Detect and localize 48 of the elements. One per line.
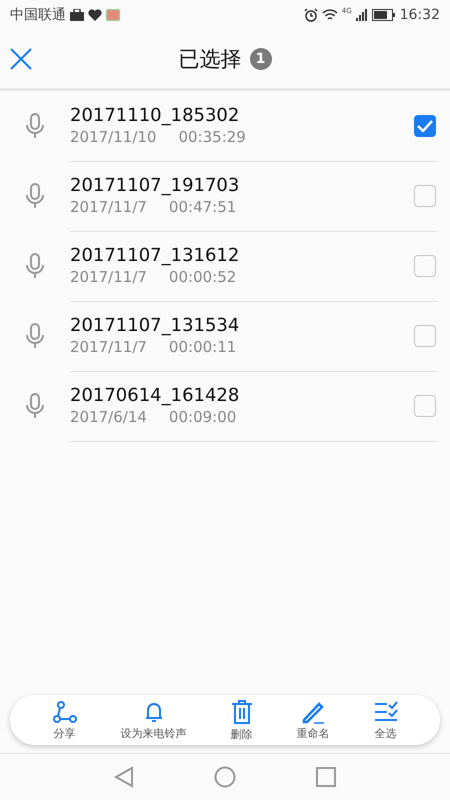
recording-name: 20171107_191703 bbox=[70, 175, 240, 196]
delete-button[interactable]: 删除 bbox=[230, 698, 254, 742]
checkbox[interactable] bbox=[414, 114, 436, 136]
briefcase-icon bbox=[70, 9, 84, 21]
selection-title: 已选择 bbox=[178, 46, 242, 73]
recording-name: 20170614_161428 bbox=[70, 385, 240, 406]
checklist-icon bbox=[372, 700, 398, 724]
microphone-icon bbox=[25, 323, 45, 349]
recording-name: 20171107_131612 bbox=[70, 245, 240, 266]
microphone-icon bbox=[25, 113, 45, 139]
recents-button[interactable] bbox=[316, 767, 336, 787]
clock-time: 16:32 bbox=[400, 7, 440, 23]
recording-date: 2017/11/10 bbox=[70, 128, 156, 146]
carrier-name: 中国联通 bbox=[10, 6, 66, 24]
recording-duration: 00:00:11 bbox=[168, 338, 236, 356]
selection-count: 1 bbox=[250, 48, 272, 70]
pencil-icon bbox=[300, 700, 326, 724]
checkbox[interactable] bbox=[414, 254, 436, 276]
share-button[interactable]: 分享 bbox=[52, 700, 78, 740]
recording-duration: 00:09:00 bbox=[168, 408, 236, 426]
app-notification-icon bbox=[106, 9, 120, 21]
share-icon bbox=[52, 700, 78, 724]
recording-duration: 00:35:29 bbox=[178, 128, 246, 146]
recording-date: 2017/6/14 bbox=[70, 408, 147, 426]
checkbox[interactable] bbox=[414, 324, 436, 346]
microphone-icon bbox=[25, 183, 45, 209]
recording-date: 2017/11/7 bbox=[70, 338, 147, 356]
selectall-button[interactable]: 全选 bbox=[372, 700, 398, 740]
wifi-icon bbox=[322, 9, 338, 21]
recording-name: 20171110_185302 bbox=[70, 105, 240, 126]
recording-duration: 00:00:52 bbox=[168, 268, 236, 286]
recording-date: 2017/11/7 bbox=[70, 198, 147, 216]
checkbox[interactable] bbox=[414, 394, 436, 416]
home-button[interactable] bbox=[214, 766, 236, 788]
ringtone-button[interactable]: 设为来电铃声 bbox=[120, 700, 186, 740]
recording-duration: 00:47:51 bbox=[168, 198, 236, 216]
microphone-icon bbox=[25, 393, 45, 419]
back-button[interactable] bbox=[114, 766, 134, 788]
battery-icon bbox=[372, 9, 396, 21]
recording-name: 20171107_131534 bbox=[70, 315, 240, 336]
signal-icon bbox=[356, 9, 368, 21]
alarm-icon bbox=[304, 8, 318, 22]
rename-button[interactable]: 重命名 bbox=[296, 700, 330, 740]
recording-date: 2017/11/7 bbox=[70, 268, 147, 286]
trash-icon bbox=[230, 698, 254, 724]
checkbox[interactable] bbox=[414, 184, 436, 206]
microphone-icon bbox=[25, 253, 45, 279]
heart-icon bbox=[88, 9, 102, 21]
